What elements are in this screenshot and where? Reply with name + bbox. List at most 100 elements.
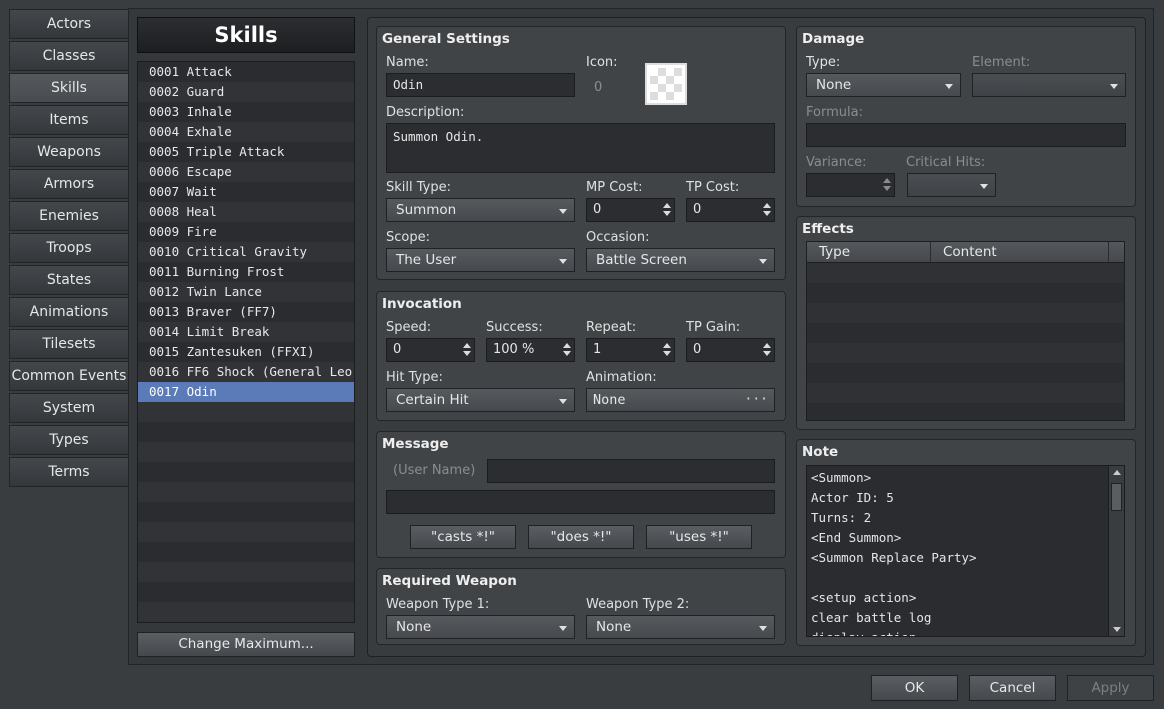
spinner-arrows-icon[interactable]: [563, 342, 571, 358]
damage-type-dropdown[interactable]: None: [806, 73, 961, 97]
uses-button[interactable]: "uses *!": [646, 525, 752, 549]
list-item[interactable]: 0016 FF6 Shock (General Leo): [138, 362, 354, 382]
list-item[interactable]: 0012 Twin Lance: [138, 282, 354, 302]
ok-button[interactable]: OK: [871, 675, 958, 701]
list-item[interactable]: [138, 542, 354, 562]
list-item[interactable]: [138, 522, 354, 542]
list-item[interactable]: 0002 Guard: [138, 82, 354, 102]
tab-enemies[interactable]: Enemies: [9, 201, 129, 231]
description-input[interactable]: Summon Odin.: [386, 123, 775, 173]
name-input[interactable]: Odin: [386, 73, 575, 97]
tab-actors[interactable]: Actors: [9, 9, 129, 39]
list-item[interactable]: 0009 Fire: [138, 222, 354, 242]
apply-button[interactable]: Apply: [1067, 675, 1154, 701]
tab-items[interactable]: Items: [9, 105, 129, 135]
tab-tilesets[interactable]: Tilesets: [9, 329, 129, 359]
list-item[interactable]: 0013 Braver (FF7): [138, 302, 354, 322]
spinner-arrows-icon[interactable]: [883, 177, 891, 193]
element-dropdown[interactable]: [972, 73, 1126, 97]
tab-armors[interactable]: Armors: [9, 169, 129, 199]
list-item[interactable]: 0015 Zantesuken (FFXI): [138, 342, 354, 362]
spinner-arrows-icon[interactable]: [763, 342, 771, 358]
list-item[interactable]: 0014 Limit Break: [138, 322, 354, 342]
list-item[interactable]: [138, 442, 354, 462]
list-item[interactable]: 0001 Attack: [138, 62, 354, 82]
tab-skills[interactable]: Skills: [9, 73, 129, 103]
skills-list[interactable]: 0001 Attack 0002 Guard 0003 Inhale 0004 Exh…: [137, 61, 355, 623]
variance-spinner[interactable]: [806, 173, 895, 197]
repeat-spinner[interactable]: 1: [586, 338, 675, 362]
list-item[interactable]: [138, 562, 354, 582]
cancel-button[interactable]: Cancel: [969, 675, 1056, 701]
speed-spinner[interactable]: 0: [386, 338, 475, 362]
spinner-arrows-icon[interactable]: [663, 202, 671, 218]
list-item[interactable]: 0010 Critical Gravity: [138, 242, 354, 262]
table-row[interactable]: [807, 403, 1124, 420]
list-item[interactable]: 0003 Inhale: [138, 102, 354, 122]
list-item[interactable]: 0006 Escape: [138, 162, 354, 182]
occasion-dropdown[interactable]: Battle Screen: [586, 248, 775, 272]
message-line2-input[interactable]: [386, 490, 775, 514]
table-row[interactable]: [807, 383, 1124, 403]
note-textarea[interactable]: <Summon> Actor ID: 5 Turns: 2 <End Summon> <…: [806, 465, 1125, 637]
tab-troops[interactable]: Troops: [9, 233, 129, 263]
mp-cost-spinner[interactable]: 0: [586, 198, 675, 222]
list-item[interactable]: [138, 402, 354, 422]
table-row[interactable]: [807, 323, 1124, 343]
mp-cost-label: MP Cost:: [586, 180, 643, 195]
spinner-arrows-icon[interactable]: [763, 202, 771, 218]
table-row[interactable]: [807, 363, 1124, 383]
skill-type-dropdown[interactable]: Summon: [386, 198, 575, 222]
ellipsis-icon[interactable]: ···: [745, 389, 768, 411]
tab-animations[interactable]: Animations: [9, 297, 129, 327]
tab-weapons[interactable]: Weapons: [9, 137, 129, 167]
spinner-arrows-icon[interactable]: [463, 342, 471, 358]
table-row[interactable]: [807, 283, 1124, 303]
note-scrollbar[interactable]: [1108, 466, 1124, 636]
does-button[interactable]: "does *!": [528, 525, 634, 549]
casts-button[interactable]: "casts *!": [410, 525, 516, 549]
list-item[interactable]: [138, 462, 354, 482]
table-row[interactable]: [807, 263, 1124, 283]
list-item[interactable]: 0004 Exhale: [138, 122, 354, 142]
animation-picker[interactable]: None ···: [586, 388, 775, 412]
tab-terms[interactable]: Terms: [9, 457, 129, 487]
table-row[interactable]: [807, 343, 1124, 363]
scope-label: Scope:: [386, 230, 430, 245]
formula-input[interactable]: [806, 123, 1126, 147]
tab-states[interactable]: States: [9, 265, 129, 295]
list-item[interactable]: 0017 Odin: [138, 382, 354, 402]
list-item[interactable]: 0005 Triple Attack: [138, 142, 354, 162]
scroll-up-icon[interactable]: [1113, 470, 1121, 475]
list-item[interactable]: [138, 502, 354, 522]
list-item[interactable]: [138, 482, 354, 502]
icon-picker[interactable]: [645, 63, 687, 105]
spinner-arrows-icon[interactable]: [663, 342, 671, 358]
list-item[interactable]: 0007 Wait: [138, 182, 354, 202]
message-line1-input[interactable]: [487, 459, 775, 483]
tab-common-events[interactable]: Common Events: [9, 361, 129, 391]
list-item[interactable]: [138, 582, 354, 602]
effects-table[interactable]: [806, 262, 1125, 421]
tab-system[interactable]: System: [9, 393, 129, 423]
success-spinner[interactable]: 100 %: [486, 338, 575, 362]
hit-type-dropdown[interactable]: Certain Hit: [386, 388, 575, 412]
list-item[interactable]: [138, 422, 354, 442]
list-item[interactable]: [138, 602, 354, 622]
column-content[interactable]: Content: [931, 242, 1109, 262]
table-row[interactable]: [807, 303, 1124, 323]
tp-gain-spinner[interactable]: 0: [686, 338, 775, 362]
scroll-thumb[interactable]: [1111, 483, 1122, 511]
tab-types[interactable]: Types: [9, 425, 129, 455]
list-item[interactable]: 0011 Burning Frost: [138, 262, 354, 282]
tp-cost-spinner[interactable]: 0: [686, 198, 775, 222]
change-maximum-button[interactable]: Change Maximum...: [137, 632, 355, 657]
scroll-down-icon[interactable]: [1113, 627, 1121, 632]
scope-dropdown[interactable]: The User: [386, 248, 575, 272]
list-item[interactable]: 0008 Heal: [138, 202, 354, 222]
weapon-type2-dropdown[interactable]: None: [586, 615, 775, 639]
critical-hits-dropdown[interactable]: [907, 173, 996, 197]
weapon-type1-dropdown[interactable]: None: [386, 615, 575, 639]
tab-classes[interactable]: Classes: [9, 41, 129, 71]
column-type[interactable]: Type: [807, 242, 931, 262]
